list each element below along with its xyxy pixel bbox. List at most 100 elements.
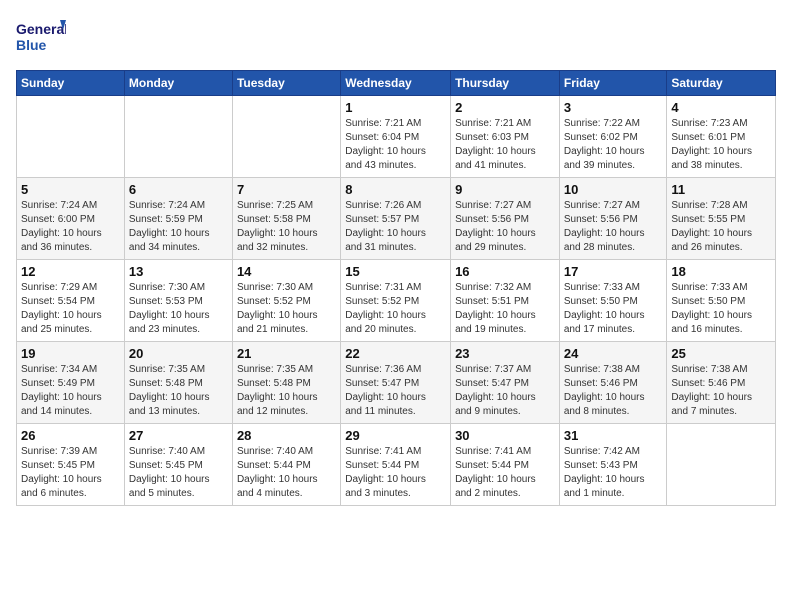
weekday-header-row: SundayMondayTuesdayWednesdayThursdayFrid… — [17, 71, 776, 96]
calendar-cell: 1 Sunrise: 7:21 AM Sunset: 6:04 PM Daylig… — [341, 96, 451, 178]
logo: General Blue — [16, 16, 66, 58]
day-number: 8 — [345, 182, 446, 197]
day-info: Sunrise: 7:31 AM Sunset: 5:52 PM Dayligh… — [345, 281, 446, 337]
day-number: 1 — [345, 100, 446, 115]
calendar-cell: 17Sunrise: 7:33 AM Sunset: 5:50 PM Dayli… — [559, 260, 667, 342]
day-info: Sunrise: 7:35 AM Sunset: 5:48 PM Dayligh… — [237, 363, 336, 419]
calendar-cell: 13 Sunrise: 7:30 AM Sunset: 5:53 PM Dayli… — [124, 260, 232, 342]
calendar-cell: 21 Sunrise: 7:35 AM Sunset: 5:48 PM Dayli… — [232, 342, 340, 424]
weekday-header-friday: Friday — [559, 71, 667, 96]
weekday-header-tuesday: Tuesday — [232, 71, 340, 96]
day-info: Sunrise: 7:21 AM Sunset: 6:03 PM Dayligh… — [455, 117, 555, 173]
calendar-table: SundayMondayTuesdayWednesdayThursdayFrid… — [16, 70, 776, 506]
day-info: Sunrise: 7:36 AM Sunset: 5:47 PM Dayligh… — [345, 363, 446, 419]
day-info: Sunrise: 7:38 AM Sunset: 5:46 PM Dayligh… — [564, 363, 663, 419]
day-info: Sunrise: 7:32 AM Sunset: 5:51 PM Dayligh… — [455, 281, 555, 337]
day-number: 22 — [345, 346, 446, 361]
day-info: Sunrise: 7:26 AM Sunset: 5:57 PM Dayligh… — [345, 199, 446, 255]
day-number: 31 — [564, 428, 663, 443]
day-number: 19 — [21, 346, 120, 361]
calendar-cell: 22 Sunrise: 7:36 AM Sunset: 5:47 PM Dayli… — [341, 342, 451, 424]
day-info: Sunrise: 7:33 AM Sunset: 5:50 PM Dayligh… — [671, 281, 771, 337]
day-number: 26 — [21, 428, 120, 443]
calendar-cell: 30 Sunrise: 7:41 AM Sunset: 5:44 PM Dayli… — [451, 424, 560, 506]
day-number: 7 — [237, 182, 336, 197]
day-number: 30 — [455, 428, 555, 443]
day-number: 13 — [129, 264, 228, 279]
calendar-cell — [232, 96, 340, 178]
calendar-cell — [17, 96, 125, 178]
day-number: 23 — [455, 346, 555, 361]
calendar-cell: 2 Sunrise: 7:21 AM Sunset: 6:03 PM Daylig… — [451, 96, 560, 178]
day-info: Sunrise: 7:35 AM Sunset: 5:48 PM Dayligh… — [129, 363, 228, 419]
calendar-cell: 10 Sunrise: 7:27 AM Sunset: 5:56 PM Dayli… — [559, 178, 667, 260]
day-number: 6 — [129, 182, 228, 197]
calendar-cell: 11Sunrise: 7:28 AM Sunset: 5:55 PM Dayli… — [667, 178, 776, 260]
header: General Blue — [16, 16, 776, 58]
day-number: 2 — [455, 100, 555, 115]
calendar-cell: 5Sunrise: 7:24 AM Sunset: 6:00 PM Daylig… — [17, 178, 125, 260]
calendar-cell — [667, 424, 776, 506]
weekday-header-monday: Monday — [124, 71, 232, 96]
calendar-week-5: 26 Sunrise: 7:39 AM Sunset: 5:45 PM Dayli… — [17, 424, 776, 506]
day-number: 16 — [455, 264, 555, 279]
day-info: Sunrise: 7:39 AM Sunset: 5:45 PM Dayligh… — [21, 445, 120, 501]
day-info: Sunrise: 7:27 AM Sunset: 5:56 PM Dayligh… — [564, 199, 663, 255]
weekday-header-sunday: Sunday — [17, 71, 125, 96]
day-number: 15 — [345, 264, 446, 279]
calendar-cell: 18 Sunrise: 7:33 AM Sunset: 5:50 PM Dayli… — [667, 260, 776, 342]
calendar-cell: 3Sunrise: 7:22 AM Sunset: 6:02 PM Daylig… — [559, 96, 667, 178]
calendar-cell: 8 Sunrise: 7:26 AM Sunset: 5:57 PM Daylig… — [341, 178, 451, 260]
day-number: 29 — [345, 428, 446, 443]
calendar-cell: 12 Sunrise: 7:29 AM Sunset: 5:54 PM Dayli… — [17, 260, 125, 342]
calendar-week-1: 1 Sunrise: 7:21 AM Sunset: 6:04 PM Daylig… — [17, 96, 776, 178]
svg-text:General: General — [16, 21, 66, 37]
day-number: 28 — [237, 428, 336, 443]
calendar-cell: 14Sunrise: 7:30 AM Sunset: 5:52 PM Dayli… — [232, 260, 340, 342]
logo-svg: General Blue — [16, 16, 66, 58]
calendar-week-2: 5Sunrise: 7:24 AM Sunset: 6:00 PM Daylig… — [17, 178, 776, 260]
calendar-cell: 19 Sunrise: 7:34 AM Sunset: 5:49 PM Dayli… — [17, 342, 125, 424]
day-number: 4 — [671, 100, 771, 115]
day-info: Sunrise: 7:30 AM Sunset: 5:53 PM Dayligh… — [129, 281, 228, 337]
calendar-cell: 29Sunrise: 7:41 AM Sunset: 5:44 PM Dayli… — [341, 424, 451, 506]
day-info: Sunrise: 7:34 AM Sunset: 5:49 PM Dayligh… — [21, 363, 120, 419]
day-info: Sunrise: 7:21 AM Sunset: 6:04 PM Dayligh… — [345, 117, 446, 173]
day-info: Sunrise: 7:23 AM Sunset: 6:01 PM Dayligh… — [671, 117, 771, 173]
day-info: Sunrise: 7:29 AM Sunset: 5:54 PM Dayligh… — [21, 281, 120, 337]
calendar-cell: 26 Sunrise: 7:39 AM Sunset: 5:45 PM Dayli… — [17, 424, 125, 506]
day-info: Sunrise: 7:25 AM Sunset: 5:58 PM Dayligh… — [237, 199, 336, 255]
calendar-cell: 23 Sunrise: 7:37 AM Sunset: 5:47 PM Dayli… — [451, 342, 560, 424]
day-number: 9 — [455, 182, 555, 197]
calendar-cell: 15 Sunrise: 7:31 AM Sunset: 5:52 PM Dayli… — [341, 260, 451, 342]
day-number: 18 — [671, 264, 771, 279]
day-info: Sunrise: 7:37 AM Sunset: 5:47 PM Dayligh… — [455, 363, 555, 419]
day-number: 25 — [671, 346, 771, 361]
day-number: 12 — [21, 264, 120, 279]
day-number: 10 — [564, 182, 663, 197]
calendar-cell: 6 Sunrise: 7:24 AM Sunset: 5:59 PM Daylig… — [124, 178, 232, 260]
weekday-header-thursday: Thursday — [451, 71, 560, 96]
svg-text:Blue: Blue — [16, 37, 47, 53]
calendar-cell — [124, 96, 232, 178]
day-number: 21 — [237, 346, 336, 361]
weekday-header-wednesday: Wednesday — [341, 71, 451, 96]
calendar-cell: 28Sunrise: 7:40 AM Sunset: 5:44 PM Dayli… — [232, 424, 340, 506]
calendar-cell: 25Sunrise: 7:38 AM Sunset: 5:46 PM Dayli… — [667, 342, 776, 424]
calendar-cell: 27Sunrise: 7:40 AM Sunset: 5:45 PM Dayli… — [124, 424, 232, 506]
day-number: 5 — [21, 182, 120, 197]
day-number: 3 — [564, 100, 663, 115]
day-info: Sunrise: 7:33 AM Sunset: 5:50 PM Dayligh… — [564, 281, 663, 337]
calendar-cell: 24 Sunrise: 7:38 AM Sunset: 5:46 PM Dayli… — [559, 342, 667, 424]
day-info: Sunrise: 7:24 AM Sunset: 5:59 PM Dayligh… — [129, 199, 228, 255]
calendar-cell: 7 Sunrise: 7:25 AM Sunset: 5:58 PM Daylig… — [232, 178, 340, 260]
day-number: 14 — [237, 264, 336, 279]
day-info: Sunrise: 7:41 AM Sunset: 5:44 PM Dayligh… — [455, 445, 555, 501]
day-number: 24 — [564, 346, 663, 361]
calendar-cell: 9 Sunrise: 7:27 AM Sunset: 5:56 PM Daylig… — [451, 178, 560, 260]
calendar-cell: 31Sunrise: 7:42 AM Sunset: 5:43 PM Dayli… — [559, 424, 667, 506]
day-info: Sunrise: 7:27 AM Sunset: 5:56 PM Dayligh… — [455, 199, 555, 255]
day-info: Sunrise: 7:28 AM Sunset: 5:55 PM Dayligh… — [671, 199, 771, 255]
day-number: 20 — [129, 346, 228, 361]
calendar-cell: 20 Sunrise: 7:35 AM Sunset: 5:48 PM Dayli… — [124, 342, 232, 424]
